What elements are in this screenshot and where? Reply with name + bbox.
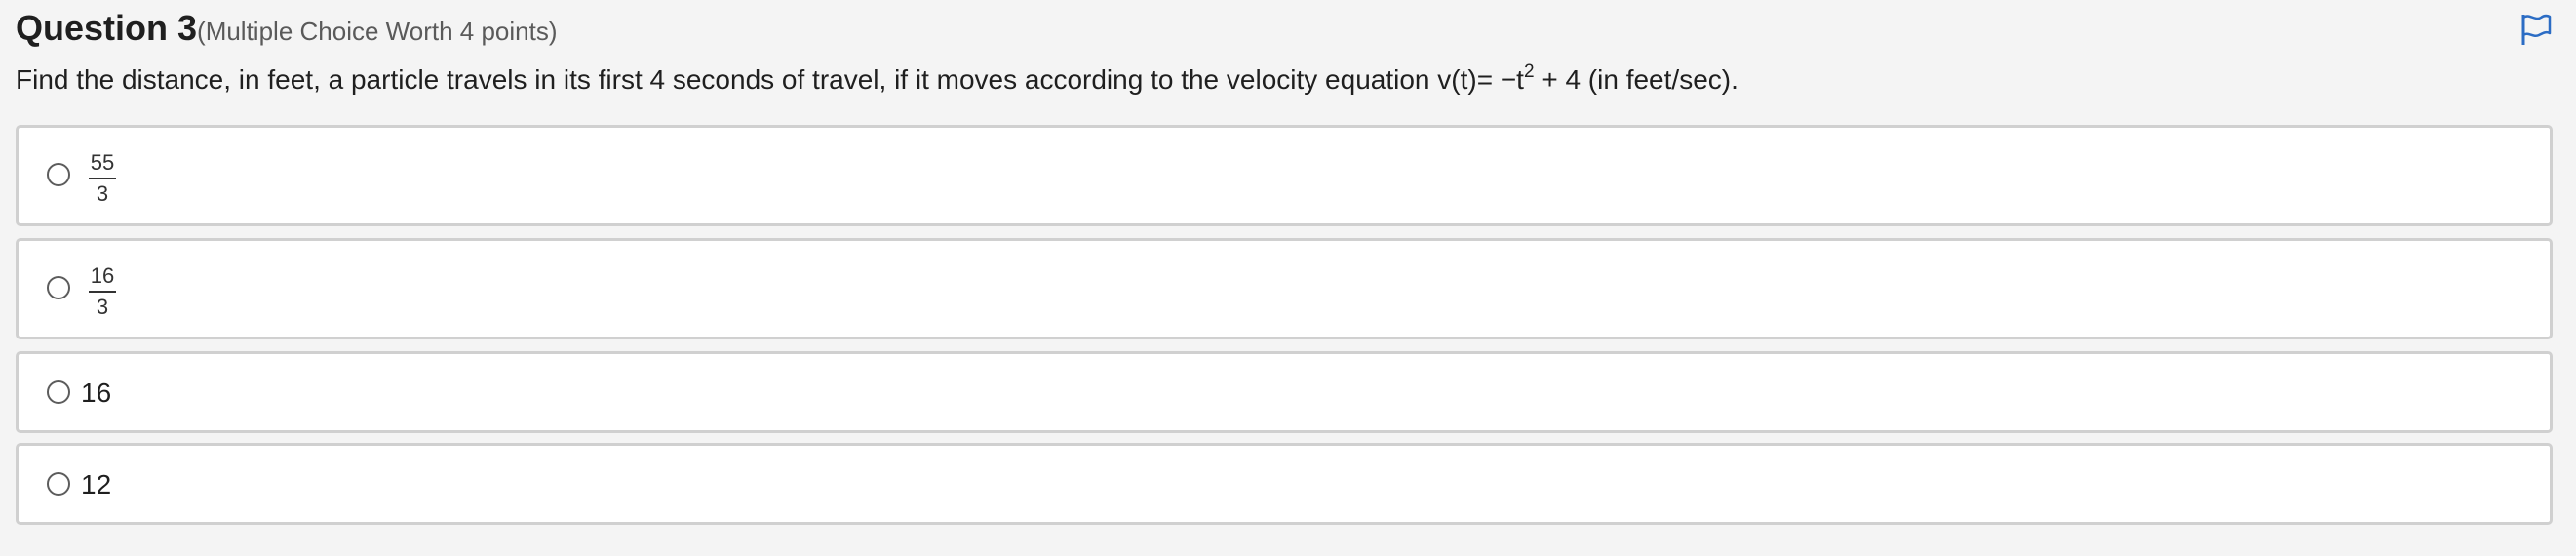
prompt-text: Find the distance, in feet, a particle t… [16, 64, 1524, 95]
question-title: Question 3 [16, 8, 198, 48]
prompt-exponent: 2 [1523, 60, 1535, 82]
answer-option-d[interactable]: 12 [16, 443, 2553, 525]
option-text: 12 [81, 469, 112, 499]
answer-option-b[interactable]: 16 3 [16, 238, 2553, 339]
radio-button-a[interactable] [47, 163, 70, 186]
flag-button[interactable] [2516, 10, 2555, 49]
fraction-denominator: 3 [96, 181, 109, 206]
flag-icon [2521, 14, 2552, 45]
answer-option-c[interactable]: 16 [16, 351, 2553, 433]
question-header: Question 3 (Multiple Choice Worth 4 poin… [16, 8, 557, 53]
fraction-numerator: 55 [88, 152, 117, 179]
fraction-16-3: 16 3 [87, 265, 118, 318]
radio-button-c[interactable] [47, 380, 70, 404]
question-prompt: Find the distance, in feet, a particle t… [16, 60, 1738, 96]
question-points: (Multiple Choice Worth 4 points) [197, 17, 558, 46]
fraction-numerator: 16 [88, 265, 117, 293]
prompt-text-end: + 4 (in feet/sec). [1534, 64, 1738, 95]
answer-option-a[interactable]: 55 3 [16, 125, 2553, 226]
radio-button-b[interactable] [47, 276, 70, 299]
option-text: 16 [81, 377, 112, 408]
fraction-55-3: 55 3 [87, 152, 118, 205]
radio-button-d[interactable] [47, 472, 70, 496]
fraction-denominator: 3 [96, 295, 109, 319]
